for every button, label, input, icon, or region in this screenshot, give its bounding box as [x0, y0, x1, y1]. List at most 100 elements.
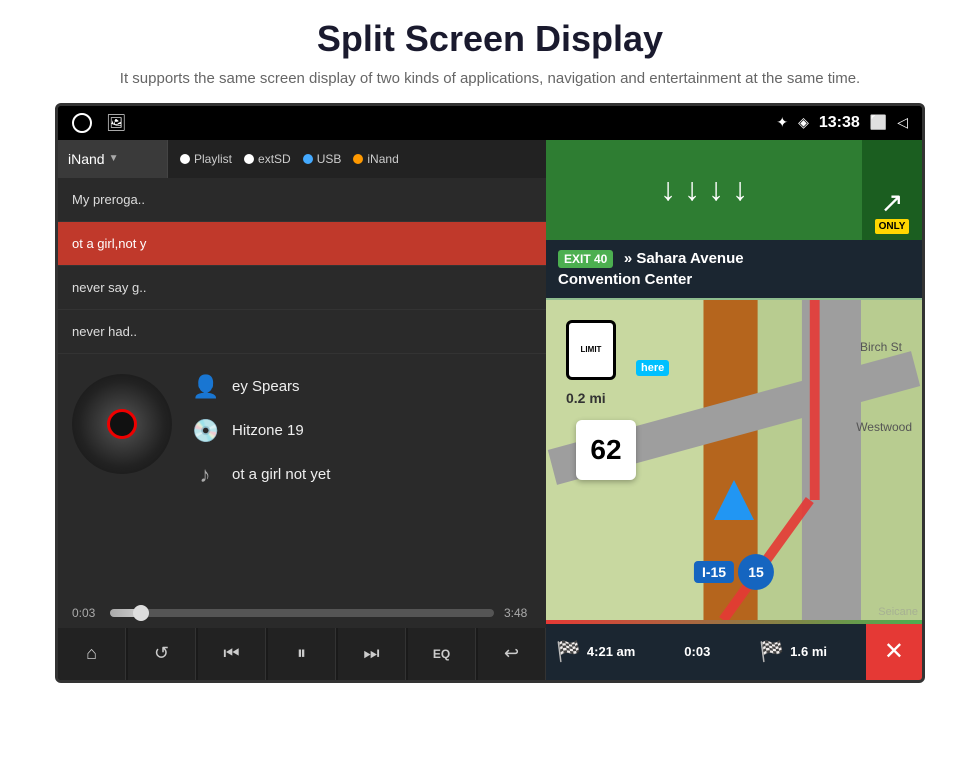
artist-icon: 👤: [192, 374, 218, 400]
distance-to-turn: 0.2 mi: [566, 390, 606, 406]
eta-distance: 1.6 mi: [790, 644, 827, 659]
only-badge: ONLY: [875, 219, 910, 234]
previous-icon: ⏮: [223, 643, 239, 664]
nav-arrow-up-right-icon: ↗: [880, 186, 903, 219]
home-button[interactable]: ⌂: [58, 628, 126, 680]
here-logo: here: [636, 360, 669, 376]
home-icon: ⌂: [86, 643, 97, 664]
source-playlist[interactable]: Playlist: [180, 152, 232, 166]
car-position-icon: [714, 480, 754, 520]
exit-badge: EXIT 40: [558, 250, 613, 268]
window-icon: ⬜: [870, 114, 887, 131]
speed-limit-label: LIMIT: [581, 346, 602, 354]
chevron-down-icon: ▼: [109, 153, 119, 164]
playlist-item-title: never had..: [72, 324, 137, 339]
bluetooth-icon: ✦: [776, 114, 788, 131]
map-label-birch: Birch St: [860, 340, 902, 354]
player-center: 👤 ey Spears 💿 Hitzone 19 ♪ ot a girl not…: [58, 354, 546, 600]
status-bar: 🖼 ✦ ◈ 13:38 ⬜ ◁: [58, 106, 922, 140]
artist-label: ey Spears: [232, 378, 300, 395]
album-icon: 💿: [192, 418, 218, 444]
album-row: 💿 Hitzone 19: [192, 418, 330, 444]
list-item[interactable]: My preroga..: [58, 178, 546, 222]
circle-icon: [72, 113, 92, 133]
progress-thumb: [133, 605, 149, 621]
highway-shield: I-15 15: [694, 554, 774, 590]
location-icon: ◈: [798, 114, 809, 131]
track-info: 👤 ey Spears 💿 Hitzone 19 ♪ ot a girl not…: [192, 364, 330, 488]
song-icon: ♪: [192, 462, 218, 488]
playlist-item-title: My preroga..: [72, 192, 145, 207]
nav-close-button[interactable]: ✕: [866, 624, 922, 680]
repeat-icon: ↺: [154, 643, 169, 664]
page-subtitle: It supports the same screen display of t…: [40, 68, 940, 91]
playlist-item-title: ot a girl,not y: [72, 236, 146, 251]
device-frame: 🖼 ✦ ◈ 13:38 ⬜ ◁ iNand ▼ Playlist: [55, 103, 925, 683]
watermark: Seicane: [874, 604, 922, 620]
album-label: Hitzone 19: [232, 422, 304, 439]
pause-button[interactable]: ⏸: [268, 628, 336, 680]
map-road-area: LIMIT here 0.2 mi 62 I-15 15: [546, 300, 922, 620]
split-screen: iNand ▼ Playlist extSD USB: [58, 140, 922, 680]
source-row: iNand ▼ Playlist extSD USB: [58, 140, 546, 178]
progress-bar[interactable]: [110, 609, 494, 617]
map-label-westwood: Westwood: [856, 420, 912, 434]
page-header: Split Screen Display It supports the sam…: [0, 0, 980, 103]
eq-label: EQ: [433, 647, 450, 661]
radio-playlist-icon: [180, 154, 190, 164]
list-item[interactable]: never had..: [58, 310, 546, 354]
album-art-inner: [107, 409, 137, 439]
source-extsd-label: extSD: [258, 152, 291, 166]
radio-extsd-icon: [244, 154, 254, 164]
highway-num: 15: [738, 554, 774, 590]
source-inand[interactable]: iNand: [353, 152, 398, 166]
source-selected-label: iNand: [68, 151, 105, 167]
nav-bottom-bar: 🏁 4:21 am 0:03 🏁 1.6 mi ✕: [546, 624, 922, 680]
source-extsd[interactable]: extSD: [244, 152, 291, 166]
eta-duration: 0:03: [674, 644, 720, 659]
checkered-flag-end-icon: 🏁: [759, 639, 784, 664]
eta-start: 🏁 4:21 am: [546, 639, 645, 664]
status-time: 13:38: [819, 114, 860, 132]
nav-sign-green: ↓ ↓ ↓ ↓: [546, 140, 862, 240]
next-icon: ⏭: [363, 643, 379, 664]
status-right-icons: ✦ ◈ 13:38 ⬜ ◁: [776, 114, 908, 132]
speed-limit-sign: LIMIT: [566, 320, 616, 380]
source-playlist-label: Playlist: [194, 152, 232, 166]
time-total: 3:48: [504, 606, 532, 620]
nav-sign-area: ↓ ↓ ↓ ↓ ↗ ONLY: [546, 140, 922, 240]
playlist: My preroga.. ot a girl,not y never say g…: [58, 178, 546, 354]
next-button[interactable]: ⏭: [338, 628, 406, 680]
source-usb[interactable]: USB: [303, 152, 342, 166]
nav-arrow-down-4: ↓: [732, 171, 748, 208]
nav-arrow-down-3: ↓: [708, 171, 724, 208]
nav-map: ↓ ↓ ↓ ↓ ↗ ONLY EXIT 40 » Sahara Avenue: [546, 140, 922, 680]
song-label: ot a girl not yet: [232, 466, 330, 483]
nav-arrow-down-2: ↓: [684, 171, 700, 208]
list-item[interactable]: never say g..: [58, 266, 546, 310]
source-dropdown[interactable]: iNand ▼: [58, 140, 168, 178]
eta-duration-label: 0:03: [684, 644, 710, 659]
pause-icon: ⏸: [297, 643, 306, 664]
previous-button[interactable]: ⏮: [198, 628, 266, 680]
eta-time: 4:21 am: [587, 644, 635, 659]
source-usb-label: USB: [317, 152, 342, 166]
radio-usb-icon: [303, 154, 313, 164]
eq-button[interactable]: EQ: [408, 628, 476, 680]
source-options: Playlist extSD USB iNand: [168, 152, 411, 166]
close-icon: ✕: [884, 637, 904, 666]
nav-sign-strip: ↗ ONLY: [862, 140, 922, 240]
song-row: ♪ ot a girl not yet: [192, 462, 330, 488]
controls-bar: ⌂ ↺ ⏮ ⏸ ⏭ EQ ↩: [58, 628, 546, 680]
repeat-button[interactable]: ↺: [128, 628, 196, 680]
navigation-panel: ↓ ↓ ↓ ↓ ↗ ONLY EXIT 40 » Sahara Avenue: [546, 140, 922, 680]
list-item[interactable]: ot a girl,not y: [58, 222, 546, 266]
back-button[interactable]: ↩: [478, 628, 546, 680]
eta-distance-block: 🏁 1.6 mi: [749, 639, 837, 664]
checkered-flag-start-icon: 🏁: [556, 639, 581, 664]
music-player-panel: iNand ▼ Playlist extSD USB: [58, 140, 546, 680]
playlist-item-title: never say g..: [72, 280, 146, 295]
speed-display: 62: [576, 420, 636, 480]
source-inand-label: iNand: [367, 152, 398, 166]
nav-instruction: EXIT 40 » Sahara Avenue Convention Cente…: [546, 240, 922, 298]
